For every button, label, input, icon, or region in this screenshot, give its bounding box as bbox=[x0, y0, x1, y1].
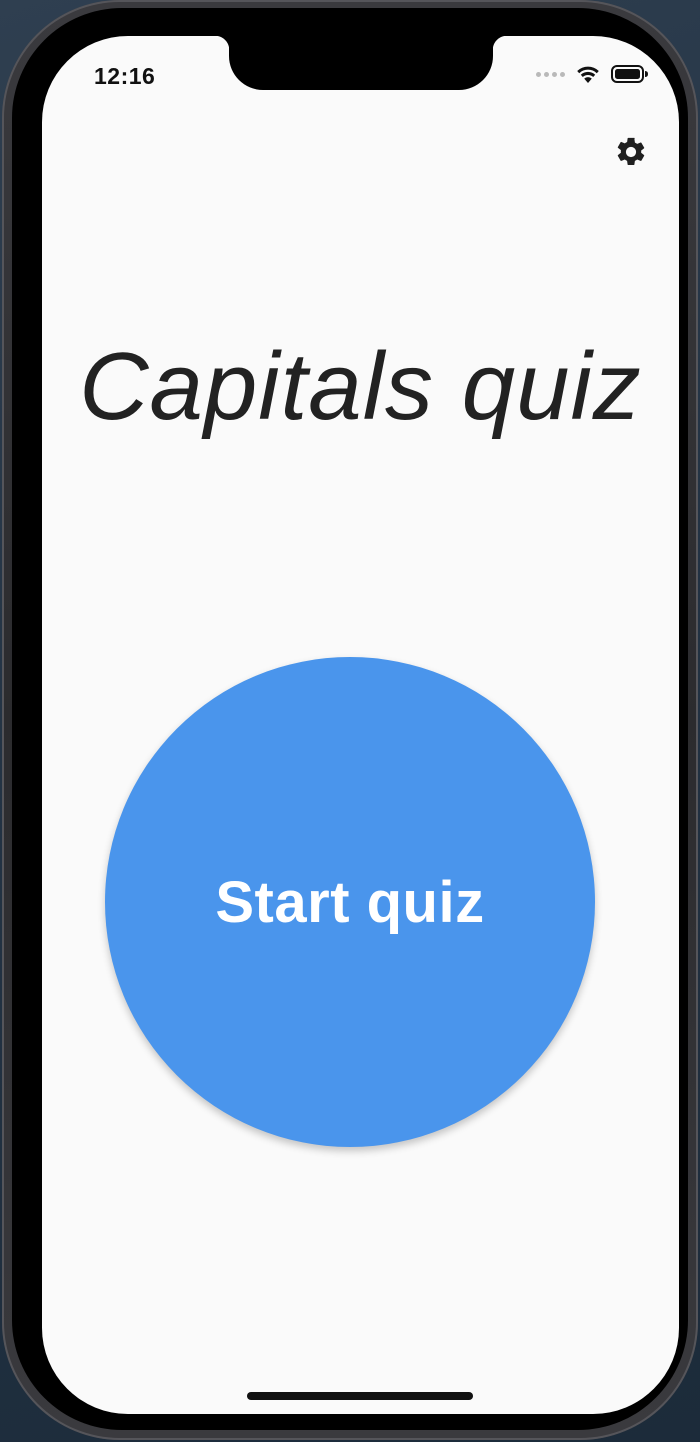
phone-bezel: 12:16 Capitals quiz Start quiz bbox=[12, 8, 688, 1430]
cellular-signal-icon bbox=[536, 71, 565, 77]
phone-screen: 12:16 Capitals quiz Start quiz bbox=[42, 36, 679, 1414]
status-time: 12:16 bbox=[94, 63, 156, 89]
wifi-icon bbox=[577, 66, 599, 83]
battery-icon bbox=[611, 65, 648, 83]
start-quiz-button[interactable]: Start quiz bbox=[105, 657, 595, 1147]
start-quiz-label: Start quiz bbox=[215, 869, 485, 935]
home-indicator[interactable] bbox=[247, 1392, 473, 1400]
phone-frame: 12:16 Capitals quiz Start quiz bbox=[2, 0, 698, 1440]
gear-icon bbox=[617, 137, 645, 166]
notch bbox=[215, 36, 507, 90]
status-icons bbox=[536, 64, 649, 84]
page-title: Capitals quiz bbox=[79, 333, 642, 440]
settings-button[interactable] bbox=[613, 134, 649, 170]
